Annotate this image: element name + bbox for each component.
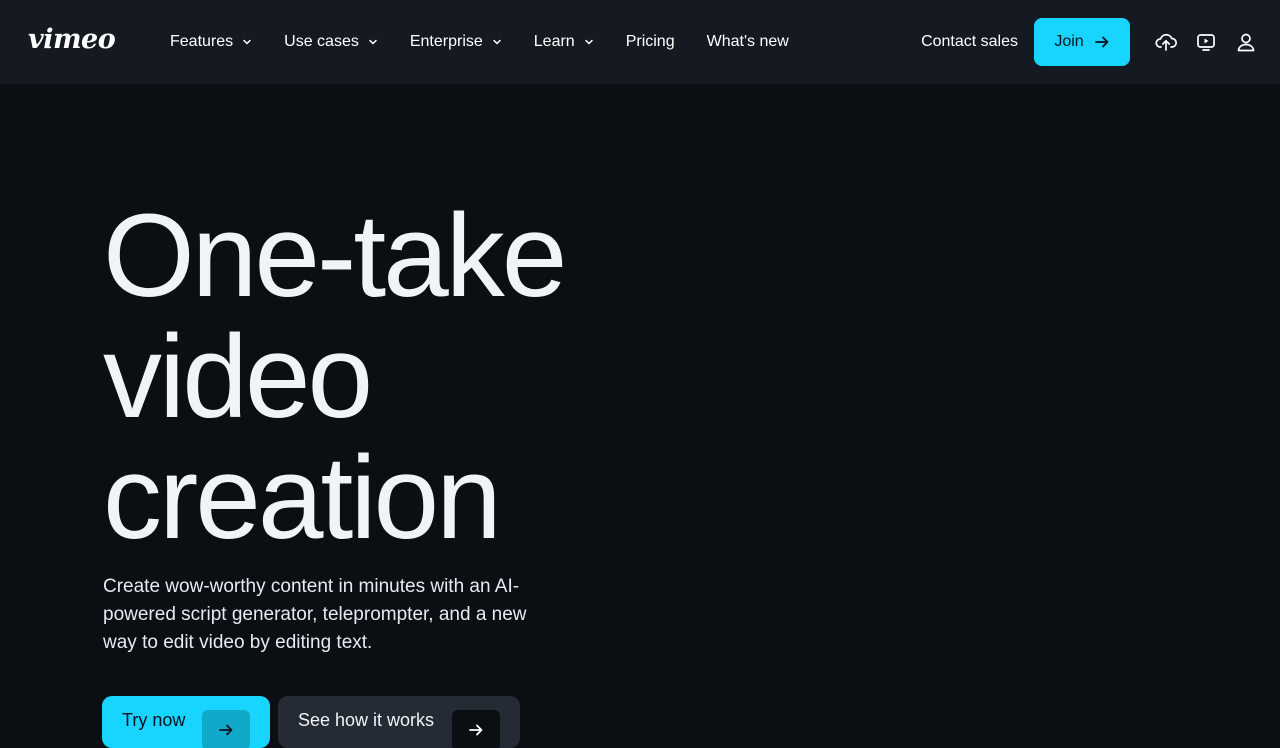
hero-title: One-take video creation <box>103 190 567 564</box>
nav-item-pricing[interactable]: Pricing <box>626 30 675 54</box>
chevron-down-icon <box>368 37 378 47</box>
join-button-label: Join <box>1054 33 1084 50</box>
nav-item-enterprise[interactable]: Enterprise <box>410 30 502 54</box>
try-now-label: Try now <box>122 710 186 730</box>
hero-title-line: One-take <box>103 190 567 322</box>
header-actions: Contact sales Join <box>921 18 1258 66</box>
nav-item-use-cases[interactable]: Use cases <box>284 30 378 54</box>
see-how-it-works-label: See how it works <box>298 710 435 730</box>
hero-title-line: creation <box>103 432 502 564</box>
nav-item-label: Learn <box>533 33 575 50</box>
chevron-down-icon <box>584 37 594 47</box>
nav-item-label: Enterprise <box>409 33 483 50</box>
hero-cta-row: Try now See how it works <box>102 696 520 748</box>
nav-item-label: Pricing <box>625 33 675 50</box>
arrow-right-icon <box>1094 34 1110 50</box>
contact-sales-link[interactable]: Contact sales <box>921 33 1018 51</box>
upload-icon[interactable] <box>1154 30 1178 54</box>
nav-item-label: Features <box>170 33 234 50</box>
hero-title-line: video <box>103 311 373 443</box>
nav-item-features[interactable]: Features <box>170 30 252 54</box>
nav-item-label: Use cases <box>284 33 359 50</box>
video-library-icon[interactable] <box>1194 30 1218 54</box>
see-how-it-works-button[interactable]: See how it works <box>278 696 520 748</box>
top-navigation-bar: vimeo Features Use cases Enterprise Lear… <box>0 0 1280 84</box>
nav-item-learn[interactable]: Learn <box>534 30 594 54</box>
main-nav: Features Use cases Enterprise Learn Pric… <box>170 30 789 54</box>
arrow-right-icon <box>202 710 250 748</box>
try-now-button[interactable]: Try now <box>102 696 270 748</box>
chevron-down-icon <box>242 37 252 47</box>
nav-item-whats-new[interactable]: What's new <box>707 30 789 54</box>
chevron-down-icon <box>492 37 502 47</box>
user-icon[interactable] <box>1234 30 1258 54</box>
arrow-right-icon <box>452 710 500 748</box>
nav-item-label: What's new <box>706 33 789 50</box>
hero-subtitle: Create wow-worthy content in minutes wit… <box>103 576 527 653</box>
vimeo-logo[interactable]: vimeo <box>28 24 116 55</box>
join-button[interactable]: Join <box>1034 18 1130 66</box>
